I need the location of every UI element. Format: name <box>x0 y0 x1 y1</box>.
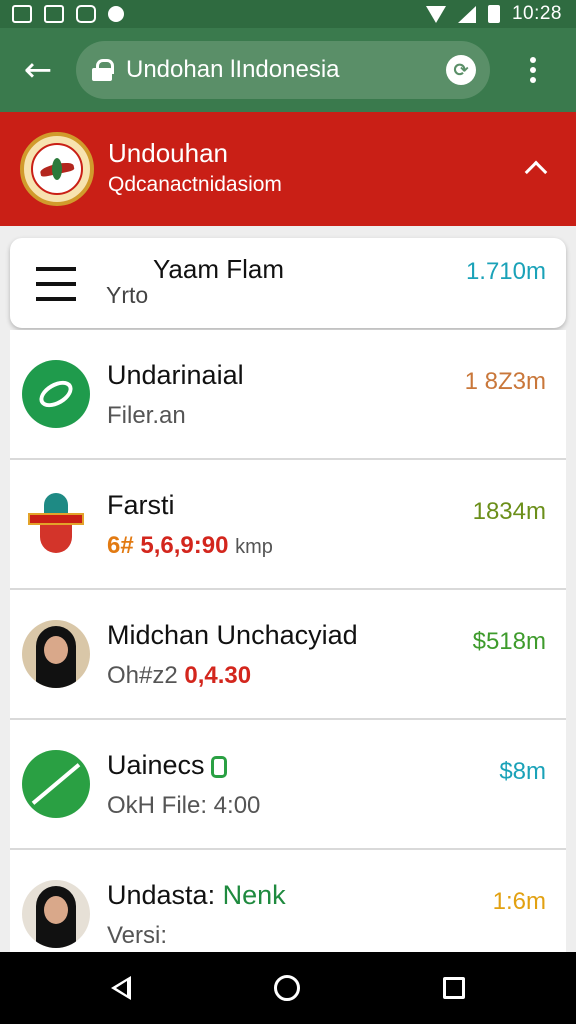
header-text: Undouhan Qdcanactnidasiom <box>108 137 282 201</box>
chevron-up-icon[interactable] <box>518 150 554 186</box>
navigation-bar <box>0 952 576 1024</box>
avatar <box>22 620 90 688</box>
list-item[interactable]: Farsti 6# 5,6,9:90 kmp 1834m <box>10 460 566 590</box>
item-title-text: Uainecs <box>107 750 205 780</box>
item-subtitle: OkH File: 4:00 <box>107 792 261 819</box>
share-icon[interactable]: ⟳ <box>446 55 476 85</box>
list-item[interactable]: Undasta: Nenk Versi: 1:6m <box>10 850 566 958</box>
top-card[interactable]: Yaam Flam Yrto 1.710m <box>10 238 566 328</box>
item-meta: 1 8Z3m <box>464 368 546 395</box>
more-vert-icon[interactable] <box>490 28 576 112</box>
status-right: 10:28 <box>425 3 562 25</box>
item-meta: $518m <box>472 628 546 655</box>
items-container: Undarinaial Filer.an 1 8Z3m Farsti 6# 5,… <box>10 330 566 958</box>
site-header: Undouhan Qdcanactnidasiom <box>0 112 576 226</box>
status-bar: 10:28 <box>0 0 576 28</box>
item-meta: 1:6m <box>492 888 546 915</box>
item-subtitle: Filer.an <box>107 402 186 429</box>
list-item[interactable]: Uainecs OkH File: 4:00 $8m <box>10 720 566 850</box>
status-left <box>12 5 124 23</box>
list-item[interactable]: Midchan Unchacyiad Oh#z2 0,4.30 $518m <box>10 590 566 720</box>
url-bar[interactable]: Undohan lIndonesia ⟳ <box>76 41 490 99</box>
item-subtitle-prefix: 6# <box>107 532 134 559</box>
item-title-prefix: Undasta: <box>107 880 216 910</box>
item-subtitle: Oh#z2 0,4.30 <box>107 662 251 690</box>
top-card-subtitle: Yrto <box>106 282 149 308</box>
list-item[interactable]: Undarinaial Filer.an 1 8Z3m <box>10 330 566 460</box>
badge-icon <box>22 490 90 558</box>
nav-recents-icon[interactable] <box>442 977 465 999</box>
image-icon <box>12 5 32 23</box>
item-title: Undasta: Nenk <box>107 880 286 911</box>
item-subtitle-prefix: Oh#z2 <box>107 662 178 689</box>
nav-home-icon[interactable] <box>273 975 300 1001</box>
signal-icon <box>457 5 476 23</box>
item-title: Undarinaial <box>107 360 244 390</box>
lock-icon <box>92 59 114 81</box>
browser-toolbar: ← Undohan lIndonesia ⟳ <box>0 28 576 112</box>
battery-icon <box>487 5 500 23</box>
nav-back-icon[interactable] <box>111 976 132 1000</box>
download-list: Yaam Flam Yrto 1.710m Undarinaial Filer.… <box>10 238 566 958</box>
item-subtitle: Versi: <box>107 922 168 949</box>
screen: 10:28 ← Undohan lIndonesia ⟳ Undouhan Qd… <box>0 0 576 1024</box>
status-time: 10:28 <box>511 3 562 24</box>
swirl-icon <box>22 360 90 428</box>
url-text: Undohan lIndonesia <box>126 56 340 83</box>
emblem-logo <box>20 132 94 206</box>
top-card-meta: 1.710m <box>465 258 546 285</box>
item-title: Uainecs <box>107 750 227 781</box>
wifi-icon <box>425 5 446 23</box>
item-subtitle-suffix: kmp <box>235 536 273 558</box>
header-title: Undouhan <box>108 138 228 168</box>
lock-icon <box>210 755 227 778</box>
circle-icon <box>108 6 124 22</box>
back-arrow-icon[interactable]: ← <box>0 28 76 112</box>
sim-icon <box>44 5 64 23</box>
item-title-highlight: Nenk <box>222 880 286 910</box>
item-meta: $8m <box>499 758 546 785</box>
item-subtitle: 6# 5,6,9:90 kmp <box>107 532 273 560</box>
message-icon <box>76 5 96 23</box>
item-subtitle-highlight: 0,4.30 <box>184 662 252 689</box>
header-subtitle: Qdcanactnidasiom <box>108 173 282 196</box>
item-meta: 1834m <box>472 498 546 525</box>
item-title: Farsti <box>107 490 175 520</box>
top-card-title: Yaam Flam <box>153 254 284 284</box>
avatar <box>22 880 90 948</box>
item-subtitle-highlight: 5,6,9:90 <box>140 532 229 559</box>
crossed-icon <box>22 750 90 818</box>
item-title: Midchan Unchacyiad <box>107 620 358 650</box>
hamburger-menu-icon[interactable] <box>36 267 76 301</box>
